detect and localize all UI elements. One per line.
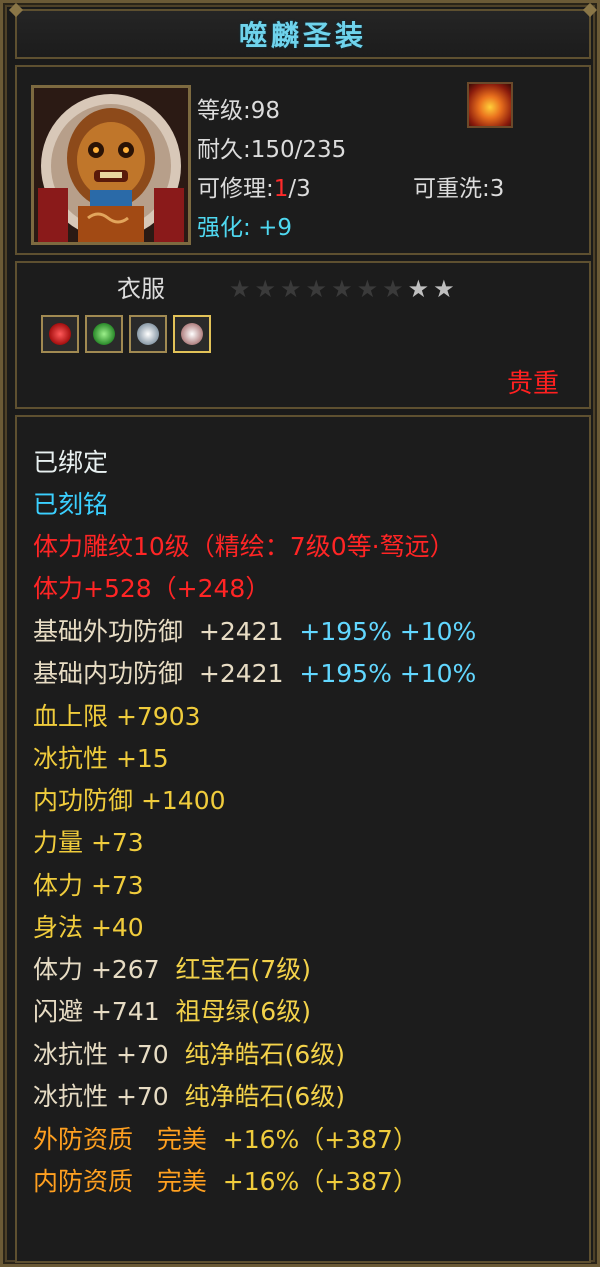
aptitude-grade: 完美 <box>156 1167 207 1196</box>
external-aptitude-line: 外防资质 完美 +16%（+387） <box>33 1120 418 1156</box>
bound-status: 已绑定 <box>33 448 109 477</box>
stamina-line: 体力 +73 <box>33 871 144 900</box>
durability-line: 耐久:150/235 <box>197 137 347 163</box>
golden-mask-armor-icon <box>31 85 191 245</box>
star-filled-icon: ★ <box>356 275 379 303</box>
carving-stamina: 体力+528（+248） <box>33 574 271 603</box>
corner-ornament <box>8 2 24 18</box>
aptitude-label: 外防资质 <box>33 1125 134 1154</box>
star-empty-icon: ★ <box>407 275 430 303</box>
pure-diamond-gem-icon <box>173 315 211 353</box>
star-filled-icon: ★ <box>305 275 328 303</box>
gem-name: 红宝石(7级) <box>175 955 311 984</box>
aptitude-value: +16%（+387） <box>222 1125 418 1154</box>
gem-stat-line: 冰抗性 +70 纯净皓石(6级) <box>33 1077 345 1113</box>
internal-defense-line: 基础内功防御 +2421 +195% +10% <box>33 654 476 690</box>
reroll-line: 可重洗:3 <box>413 176 505 202</box>
aptitude-grade: 完美 <box>156 1125 207 1154</box>
enhance-label: 强化 <box>197 215 243 241</box>
gem-stat-value: 冰抗性 +70 <box>33 1040 169 1069</box>
gem-stat-line: 冰抗性 +70 纯净皓石(6级) <box>33 1035 345 1071</box>
internal-aptitude-line: 内防资质 完美 +16%（+387） <box>33 1162 418 1198</box>
strength-line: 力量 +73 <box>33 828 144 857</box>
external-defense-value: +2421 <box>198 617 284 646</box>
internal-defense-extra: +10% <box>399 659 477 688</box>
item-title: 噬麟圣装 <box>238 19 367 52</box>
enhance-value: +9 <box>258 215 292 241</box>
engraved-status: 已刻铭 <box>33 490 109 519</box>
slot-type-label: 衣服 <box>117 275 165 303</box>
rarity-label: 贵重 <box>506 369 559 399</box>
slot-info: 衣服 ★ ★ ★ ★ ★ ★ ★ ★ ★ 贵重 <box>15 261 591 409</box>
durability-label: 耐久 <box>197 137 243 163</box>
gem-name: 纯净皓石(6级) <box>184 1040 346 1069</box>
gem-stat-value: 闪避 +741 <box>33 997 160 1026</box>
reroll-label: 可重洗 <box>413 176 482 202</box>
star-filled-icon: ★ <box>229 275 251 303</box>
internal-defense-label: 基础内功防御 <box>33 659 184 688</box>
star-empty-icon: ★ <box>433 275 455 303</box>
external-defense-percent: +195% <box>299 617 392 646</box>
corner-ornament <box>582 2 598 18</box>
repair-current: 1 <box>273 176 289 202</box>
star-rating: ★ ★ ★ ★ ★ ★ ★ ★ ★ <box>229 277 455 301</box>
enhance-line: 强化: +9 <box>197 215 292 241</box>
durability-value: 150/235 <box>250 137 347 163</box>
repair-label: 可修理 <box>197 176 266 202</box>
external-defense-extra: +10% <box>399 617 477 646</box>
item-tooltip: 噬麟圣装 等级:98 耐久:150/235 可修理:1/3 可重洗:3 强化: … <box>0 0 600 1267</box>
hp-line: 血上限 +7903 <box>33 702 201 731</box>
gem-name: 祖母绿(6级) <box>175 997 311 1026</box>
carving-line: 体力雕纹10级（精绘：7级0等·驽远） <box>33 532 455 561</box>
emerald-gem-icon <box>85 315 123 353</box>
aptitude-label: 内防资质 <box>33 1167 134 1196</box>
star-filled-icon: ★ <box>280 275 302 303</box>
external-defense-line: 基础外功防御 +2421 +195% +10% <box>33 612 476 648</box>
gem-stat-value: 体力 +267 <box>33 955 160 984</box>
aptitude-value: +16%（+387） <box>222 1167 418 1196</box>
gem-name: 纯净皓石(6级) <box>184 1082 346 1111</box>
level-value: 98 <box>250 98 281 124</box>
gem-stat-value: 冰抗性 +70 <box>33 1082 169 1111</box>
attribute-list: 已绑定 已刻铭 体力雕纹10级（精绘：7级0等·驽远） 体力+528（+248）… <box>15 415 591 1263</box>
internal-defense-value: +2421 <box>198 659 284 688</box>
gem-stat-line: 闪避 +741 祖母绿(6级) <box>33 992 311 1028</box>
star-filled-icon: ★ <box>382 275 404 303</box>
agility-line: 身法 +40 <box>33 913 144 942</box>
item-summary: 等级:98 耐久:150/235 可修理:1/3 可重洗:3 强化: +9 <box>15 65 591 255</box>
level-label: 等级 <box>197 98 243 124</box>
external-defense-label: 基础外功防御 <box>33 617 184 646</box>
reroll-value: 3 <box>489 176 505 202</box>
level-line: 等级:98 <box>197 98 281 124</box>
ruby-gem-icon <box>41 315 79 353</box>
internal-defense-percent: +195% <box>299 659 392 688</box>
pure-diamond-gem-icon <box>129 315 167 353</box>
repair-line: 可修理:1/3 <box>197 176 311 202</box>
gem-stat-line: 体力 +267 红宝石(7级) <box>33 950 311 986</box>
title-bar: 噬麟圣装 <box>8 2 598 59</box>
star-filled-icon: ★ <box>254 275 277 303</box>
inner-defense-line: 内功防御 +1400 <box>33 786 226 815</box>
fire-emblem-icon <box>467 82 513 128</box>
star-filled-icon: ★ <box>331 275 353 303</box>
repair-max: /3 <box>288 176 311 202</box>
ice-resistance-line: 冰抗性 +15 <box>33 744 169 773</box>
gem-sockets <box>41 315 211 353</box>
